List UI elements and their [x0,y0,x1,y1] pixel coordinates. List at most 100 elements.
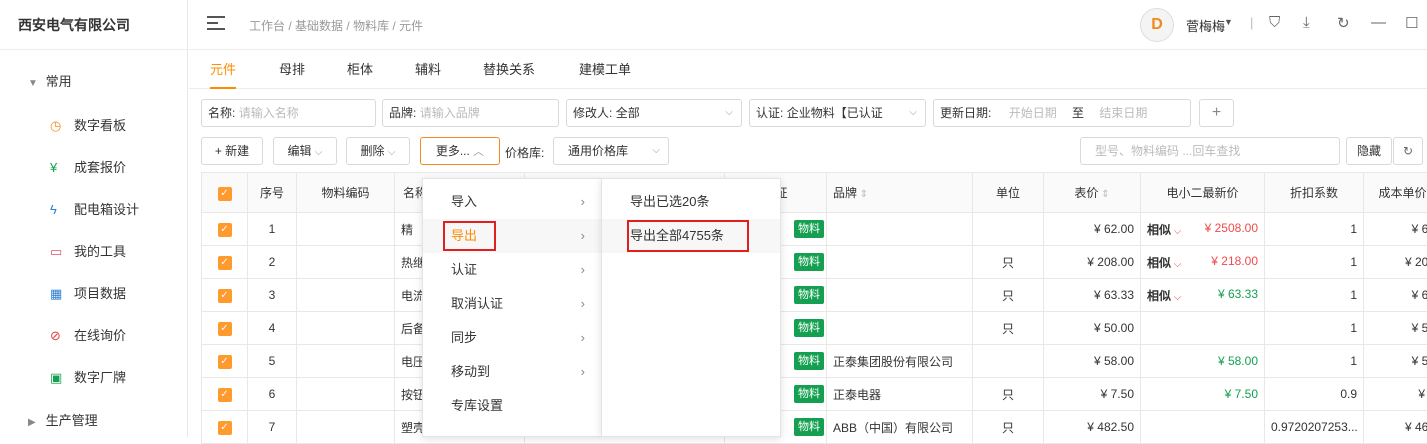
table-row[interactable]: ✓3电流物料只¥ 63.33相似 ⌵¥ 63.331¥ 63 [202,279,1427,312]
maximize-icon[interactable]: ☐ [1405,14,1418,32]
sidebar-item-inquiry[interactable]: ⊘ 在线询价 [0,315,188,357]
tab-cabinet[interactable]: 柜体 [347,51,373,89]
row-discount: 0.9720207253... [1265,411,1364,444]
sidebar-item-box-design[interactable]: ϟ 配电箱设计 [0,189,188,231]
menu-toggle-icon[interactable] [207,16,225,32]
table-row[interactable]: ✓2热继物料只¥ 208.00相似 ⌵¥ 218.001¥ 208 [202,246,1427,279]
search-input[interactable]: 型号、物料编码 ...回车查找 [1080,137,1340,165]
row-checkbox[interactable]: ✓ [202,213,248,246]
sidebar-item-label: 数字看板 [74,105,126,147]
chevron-down-icon[interactable]: ⌵ [1171,259,1181,270]
group-production[interactable]: ▶ 生产管理 [0,401,188,441]
chevron-down-icon[interactable]: ⌵ [1171,226,1181,237]
row-checkbox[interactable]: ✓ [202,312,248,345]
menu-item-library-settings[interactable]: 专库设置 [423,389,601,423]
row-unit: 只 [973,312,1044,345]
edit-button[interactable]: 编辑 ⌵ [273,137,337,165]
header-cell[interactable]: 表价 ⇕ [1044,173,1141,213]
row-no: 7 [248,411,297,444]
tab-busbar[interactable]: 母排 [279,51,305,89]
row-discount: 1 [1265,279,1364,312]
header-cell: 物料编码 [297,173,395,213]
breadcrumb-item[interactable]: 物料库 [353,19,389,33]
minimize-icon[interactable]: — [1371,14,1386,31]
modifier-select[interactable]: 修改人: 全部 ⌵ [566,99,742,127]
row-code [297,312,395,345]
tab-accessory[interactable]: 辅料 [415,51,441,89]
row-latest: ¥ 7.50 [1141,378,1265,411]
check-icon: ✓ [218,388,232,402]
tab-component[interactable]: 元件 [210,51,236,89]
date-start[interactable]: 开始日期 [1009,106,1057,120]
group-production-label: 生产管理 [46,413,98,428]
menu-item-uncertify[interactable]: 取消认证› [423,287,601,321]
table-row[interactable]: ✓4后备物料只¥ 50.001¥ 50 [202,312,1427,345]
sidebar-item-dashboard[interactable]: ◷ 数字看板 [0,105,188,147]
group-common[interactable]: ▼ 常用 [0,62,188,102]
row-unit: 只 [973,246,1044,279]
header-checkbox[interactable]: ✓ [202,173,248,213]
similar-label[interactable]: 相似 [1147,223,1171,237]
menu-item-move[interactable]: 移动到› [423,355,601,389]
row-checkbox[interactable]: ✓ [202,279,248,312]
date-range[interactable]: 更新日期: 开始日期 至 结束日期 [933,99,1191,127]
caret-down-icon[interactable]: ▼ [1224,17,1233,27]
row-checkbox[interactable]: ✓ [202,345,248,378]
cert-select[interactable]: 认证: 企业物料【已认证 ⌵ [749,99,926,127]
component-table: ✓ 序号 物料编码 名称 型号 认证 品牌 ⇕ 单位 表价 ⇕ 电小二最新价 折… [201,172,1427,444]
tab-replacement[interactable]: 替换关系 [483,51,535,89]
menu-item-sync[interactable]: 同步› [423,321,601,355]
row-no: 3 [248,279,297,312]
hide-button[interactable]: 隐藏 [1346,137,1392,165]
refresh-icon[interactable]: ↻ [1337,14,1350,32]
menu-item-label: 专库设置 [451,398,503,413]
pricelib-value: 通用价格库 [568,144,628,158]
name-filter[interactable]: 名称: 请输入名称 [201,99,376,127]
similar-label[interactable]: 相似 [1147,289,1171,303]
brand-filter[interactable]: 品牌: 请输入品牌 [382,99,559,127]
sort-icon[interactable]: ⇕ [1098,189,1109,200]
row-checkbox[interactable]: ✓ [202,378,248,411]
menu-item-certify[interactable]: 认证› [423,253,601,287]
chevron-right-icon: › [581,287,585,321]
sort-icon[interactable]: ⇕ [857,189,868,200]
highlight-box [627,220,749,252]
chevron-down-icon[interactable]: ⌵ [1171,292,1181,303]
row-code [297,411,395,444]
shirt-icon[interactable]: ⛉ [1269,14,1280,31]
breadcrumb-item[interactable]: 工作台 [249,19,285,33]
pricelib-select[interactable]: 通用价格库 ⌵ [553,137,669,165]
row-checkbox[interactable]: ✓ [202,411,248,444]
more-button[interactable]: 更多... ︿ [420,137,500,165]
delete-button[interactable]: 删除 ⌵ [346,137,410,165]
sidebar-item-tools[interactable]: ▭ 我的工具 [0,231,188,273]
table-row[interactable]: ✓1精物料¥ 62.00相似 ⌵¥ 2508.001¥ 62 [202,213,1427,246]
table-row[interactable]: ✓7塑壳断路器物料ABB（中国）有限公司只¥ 482.500.972020725… [202,411,1427,444]
cert-value: 企业物料【已认证 [787,106,883,120]
date-end[interactable]: 结束日期 [1099,106,1147,120]
menu-item-export-selected[interactable]: 导出已选20条 [602,185,780,219]
row-code [297,246,395,279]
row-unit: 只 [973,411,1044,444]
breadcrumb-item[interactable]: 基础数据 [295,19,343,33]
row-checkbox[interactable]: ✓ [202,246,248,279]
check-icon: ✓ [218,421,232,435]
table-row[interactable]: ✓6按钮物料正泰电器只¥ 7.50¥ 7.500.9¥ 6 [202,378,1427,411]
header-cell[interactable]: 品牌 ⇕ [827,173,973,213]
similar-label[interactable]: 相似 [1147,256,1171,270]
grid-icon: ▦ [50,273,64,315]
sidebar-item-quote[interactable]: ¥ 成套报价 [0,147,188,189]
sidebar-item-label: 配电箱设计 [74,189,139,231]
user-name[interactable]: 菅梅梅 [1186,16,1225,35]
sidebar-item-brand[interactable]: ▣ 数字厂牌 [0,357,188,399]
tab-modeling-order[interactable]: 建模工单 [579,51,631,89]
sidebar-item-projects[interactable]: ▦ 项目数据 [0,273,188,315]
refresh-icon[interactable]: ↻ [1393,137,1423,165]
new-button[interactable]: + 新建 [201,137,263,165]
download-icon[interactable]: ⤓ [1303,14,1310,31]
add-filter-button[interactable]: + [1199,99,1234,127]
latest-price: ¥ 218.00 [1211,254,1258,268]
menu-item-import[interactable]: 导入› [423,185,601,219]
table-row[interactable]: ✓5电压物料正泰集团股份有限公司¥ 58.00¥ 58.001¥ 58 [202,345,1427,378]
row-discount: 1 [1265,345,1364,378]
